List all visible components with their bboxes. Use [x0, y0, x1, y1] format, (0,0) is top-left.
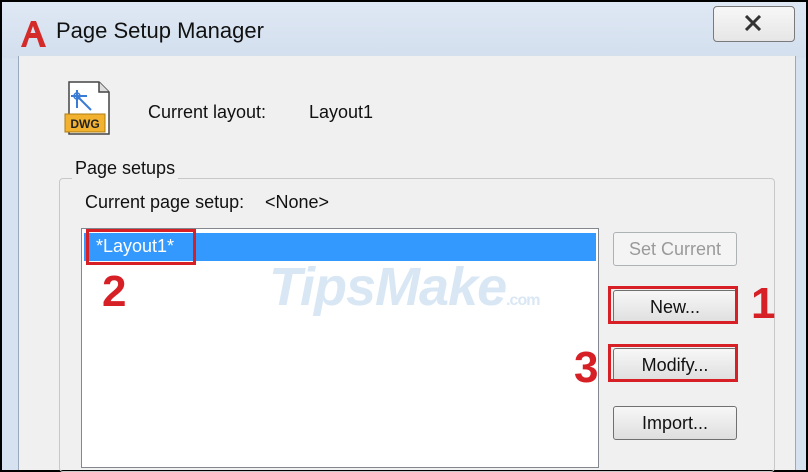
watermark-logo: TipsMake.com [269, 256, 540, 318]
title-bar[interactable]: Page Setup Manager [2, 2, 806, 58]
new-button-highlight [608, 286, 738, 324]
close-button[interactable] [713, 6, 795, 42]
svg-text:DWG: DWG [70, 117, 99, 131]
autocad-logo-icon [21, 21, 46, 47]
watermark-text: TipsMake [269, 257, 507, 317]
annotation-3: 3 [574, 343, 599, 392]
annotation-1: 1 [751, 279, 776, 328]
page-setups-legend: Page setups [72, 158, 179, 179]
current-layout-value: Layout1 [309, 102, 374, 122]
close-icon [744, 15, 762, 31]
page-setup-manager-window: Page Setup Manager DWG Current layout: L… [0, 0, 808, 472]
current-page-setup-value: <None> [265, 192, 330, 212]
import-button[interactable]: Import... [613, 406, 737, 440]
set-current-button[interactable]: Set Current [613, 232, 737, 266]
annotation-2: 2 [102, 267, 127, 316]
modify-button-highlight [608, 344, 738, 382]
dwg-file-icon: DWG [64, 81, 110, 135]
window-title: Page Setup Manager [56, 18, 264, 43]
current-layout-label: Current layout: [148, 102, 267, 122]
current-page-setup-label: Current page setup: [85, 192, 245, 212]
list-item-highlight [86, 229, 196, 265]
watermark-suffix: .com [506, 292, 540, 309]
